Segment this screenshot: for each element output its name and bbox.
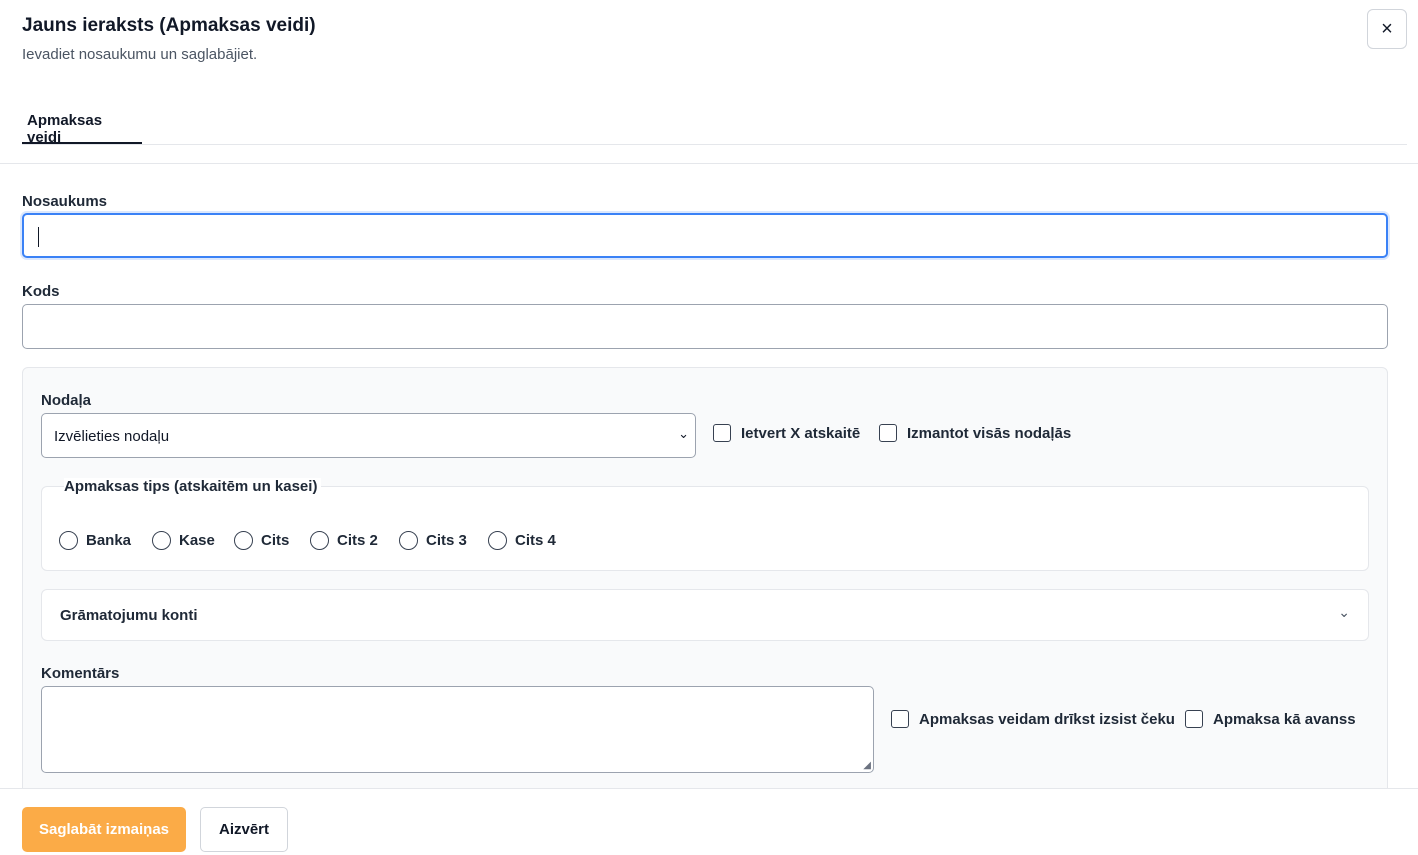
radio-circle[interactable] xyxy=(234,531,253,550)
payment-type-legend: Apmaksas tips (atskaitēm un kasei) xyxy=(64,478,322,495)
department-label: Nodaļa xyxy=(41,392,92,409)
chevron-down-icon: ⌄ xyxy=(1338,604,1350,620)
name-label: Nosaukums xyxy=(22,193,108,210)
as-advance-label: Apmaksa kā avanss xyxy=(1213,710,1356,728)
allow-receipt-checkbox[interactable]: Apmaksas veidam drīkst izsist čeku xyxy=(891,710,1175,728)
text-caret xyxy=(38,227,39,247)
comment-label: Komentārs xyxy=(41,665,120,682)
radio-label: Cits xyxy=(261,532,290,549)
modal-title: Jauns ieraksts (Apmaksas veidi) xyxy=(22,15,316,36)
radio-cits-2[interactable]: Cits 2 xyxy=(310,531,378,550)
tab-divider xyxy=(0,163,1418,164)
radio-label: Cits 2 xyxy=(337,532,378,549)
modal-header: Jauns ieraksts (Apmaksas veidi) Ievadiet… xyxy=(22,9,1407,65)
department-select[interactable]: Izvēlieties nodaļu ⌄ xyxy=(41,413,696,458)
save-button[interactable]: Saglabāt izmaiņas xyxy=(22,807,186,852)
radio-circle[interactable] xyxy=(59,531,78,550)
resize-handle-icon[interactable]: ◢ xyxy=(863,761,871,771)
comment-textarea[interactable]: ◢ xyxy=(41,686,874,773)
modal-subtitle: Ievadiet nosaukumu un saglabājiet. xyxy=(22,46,258,63)
radio-label: Kase xyxy=(179,532,215,549)
code-input[interactable] xyxy=(22,304,1388,349)
payment-type-fieldset xyxy=(41,486,1369,571)
radio-banka[interactable]: Banka xyxy=(59,531,131,550)
close-button[interactable]: Aizvērt xyxy=(200,807,288,852)
radio-circle[interactable] xyxy=(399,531,418,550)
checkbox-box[interactable] xyxy=(1185,710,1203,728)
tab-bar: Apmaksas veidi xyxy=(22,104,1407,146)
chevron-down-icon: ⌄ xyxy=(678,426,689,441)
radio-circle[interactable] xyxy=(488,531,507,550)
tab-payment-types[interactable]: Apmaksas veidi xyxy=(22,104,142,146)
checkbox-box[interactable] xyxy=(879,424,897,442)
radio-label: Banka xyxy=(86,532,132,549)
name-input[interactable] xyxy=(22,213,1388,258)
radio-cits-3[interactable]: Cits 3 xyxy=(399,531,467,550)
radio-kase[interactable]: Kase xyxy=(152,531,215,550)
accordion-title: Grāmatojumu konti xyxy=(60,607,198,624)
as-advance-checkbox[interactable]: Apmaksa kā avanss xyxy=(1185,710,1356,728)
department-selected-value: Izvēlieties nodaļu xyxy=(54,428,170,445)
radio-label: Cits 4 xyxy=(515,532,556,549)
checkbox-box[interactable] xyxy=(713,424,731,442)
radio-circle[interactable] xyxy=(152,531,171,550)
include-x-report-checkbox[interactable]: Ietvert X atskaitē xyxy=(713,424,860,442)
checkbox-box[interactable] xyxy=(891,710,909,728)
radio-label: Cits 3 xyxy=(426,532,467,549)
new-record-modal: Jauns ieraksts (Apmaksas veidi) Ievadiet… xyxy=(0,0,1418,855)
code-label: Kods xyxy=(22,283,60,300)
accounts-accordion[interactable]: Grāmatojumu konti ⌄ xyxy=(41,589,1369,641)
use-all-departments-label: Izmantot visās nodaļās xyxy=(907,424,1072,442)
radio-cits-4[interactable]: Cits 4 xyxy=(488,531,556,550)
radio-cits[interactable]: Cits xyxy=(234,531,289,550)
use-all-departments-checkbox[interactable]: Izmantot visās nodaļās xyxy=(879,424,1071,442)
radio-circle[interactable] xyxy=(310,531,329,550)
close-icon[interactable]: × xyxy=(1367,9,1407,49)
allow-receipt-label: Apmaksas veidam drīkst izsist čeku xyxy=(919,710,1175,728)
include-x-report-label: Ietvert X atskaitē xyxy=(741,424,861,442)
